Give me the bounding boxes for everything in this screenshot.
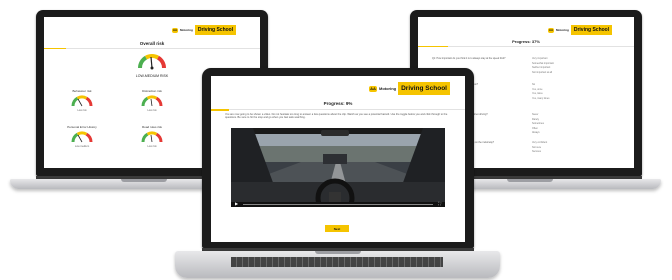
dashcam-road-scene xyxy=(231,128,445,207)
question-text: Q1: How important do you think it is to … xyxy=(432,57,506,60)
risk-gauge: Road rules risk Low risk xyxy=(132,125,172,148)
title-rule xyxy=(66,48,260,49)
answer-option[interactable]: Yes, twice xyxy=(532,92,543,95)
play-icon[interactable]: ▶ xyxy=(235,201,238,206)
gauge-dial xyxy=(141,131,163,143)
laptop-screen-hazard-video: AA Motoring Driving School Progress: 9% … xyxy=(211,76,465,242)
answer-option[interactable]: Always xyxy=(532,131,540,134)
gauge-value: Low risk xyxy=(77,109,87,112)
title-underline xyxy=(44,48,66,49)
aa-logo: AA xyxy=(369,85,377,92)
next-button-label: Next xyxy=(333,226,341,231)
answer-option[interactable]: Nervous xyxy=(532,150,541,153)
risk-gauge: Behaviour risk Low risk xyxy=(62,89,102,112)
brand-motoring: Motoring xyxy=(379,86,397,91)
answer-option[interactable]: Neither important xyxy=(532,66,550,69)
page-title: Progress: 37% xyxy=(512,39,540,44)
answer-option[interactable]: Rarely xyxy=(532,118,539,121)
gauge-label: Distraction risk xyxy=(142,89,162,93)
progress-indicator xyxy=(211,109,229,111)
aa-logo: AA xyxy=(548,27,554,33)
answer-option[interactable]: Never xyxy=(532,113,538,116)
brand-header: AA Motoring Driving School xyxy=(369,82,450,95)
laptop-base xyxy=(175,251,500,278)
gauge-value: Low risk xyxy=(147,109,157,112)
fullscreen-icon[interactable]: ⛶ xyxy=(438,201,441,206)
overall-risk-gauge xyxy=(137,54,167,70)
answer-option[interactable]: Somewhat important xyxy=(532,62,554,65)
instructions-text: You are now going to be shown a video. D… xyxy=(225,113,448,120)
risk-gauge: Personal Error History Low-medium xyxy=(62,125,102,148)
brand-driving-school: Driving School xyxy=(570,25,613,35)
answer-option[interactable]: Yes, once xyxy=(532,88,542,91)
gauge-label: Road rules risk xyxy=(141,125,162,129)
keyboard xyxy=(231,257,443,267)
gauge-dial xyxy=(71,131,93,143)
laptop-center: AA Motoring Driving School Progress: 9% … xyxy=(175,68,500,280)
progress-indicator xyxy=(418,46,448,47)
marketing-image: AA Motoring Driving School Overall risk … xyxy=(0,0,672,280)
answer-option[interactable]: Sometimes xyxy=(532,122,544,125)
risk-gauge: Distraction risk Low risk xyxy=(132,89,172,112)
gauge-label: Personal Error History xyxy=(67,125,97,129)
brand-header: AA Motoring Driving School xyxy=(548,25,613,35)
page-title: Overall risk xyxy=(139,41,165,46)
page-title: Progress: 9% xyxy=(323,101,353,106)
answer-option[interactable]: Not sure xyxy=(532,146,541,149)
video-progress-track[interactable] xyxy=(243,204,433,205)
brand-header: AA Motoring Driving School xyxy=(172,25,237,35)
answer-option[interactable]: No xyxy=(532,83,535,86)
gauge-value: Low risk xyxy=(147,145,157,148)
gauge-dial xyxy=(141,95,163,107)
hazard-video-player[interactable]: ▶ ⛶ xyxy=(231,128,445,207)
answer-option[interactable]: Often xyxy=(532,127,538,130)
answer-option[interactable]: Not important at all xyxy=(532,71,552,74)
answer-option[interactable]: Very confident xyxy=(532,141,547,144)
aa-logo: AA xyxy=(172,27,178,33)
title-rule xyxy=(229,109,465,110)
gauge-label: Behaviour risk xyxy=(72,89,92,93)
brand-motoring: Motoring xyxy=(556,28,569,32)
next-button[interactable]: Next xyxy=(325,225,349,232)
brand-motoring: Motoring xyxy=(180,28,193,32)
answer-option[interactable]: Very important xyxy=(532,57,547,60)
brand-driving-school: Driving School xyxy=(194,25,237,35)
gauge-dial xyxy=(71,95,93,107)
title-rule xyxy=(448,46,634,47)
answer-option[interactable]: Yes, many times xyxy=(532,97,549,100)
gauge-value: Low-medium xyxy=(74,145,90,148)
brand-driving-school: Driving School xyxy=(398,82,450,95)
